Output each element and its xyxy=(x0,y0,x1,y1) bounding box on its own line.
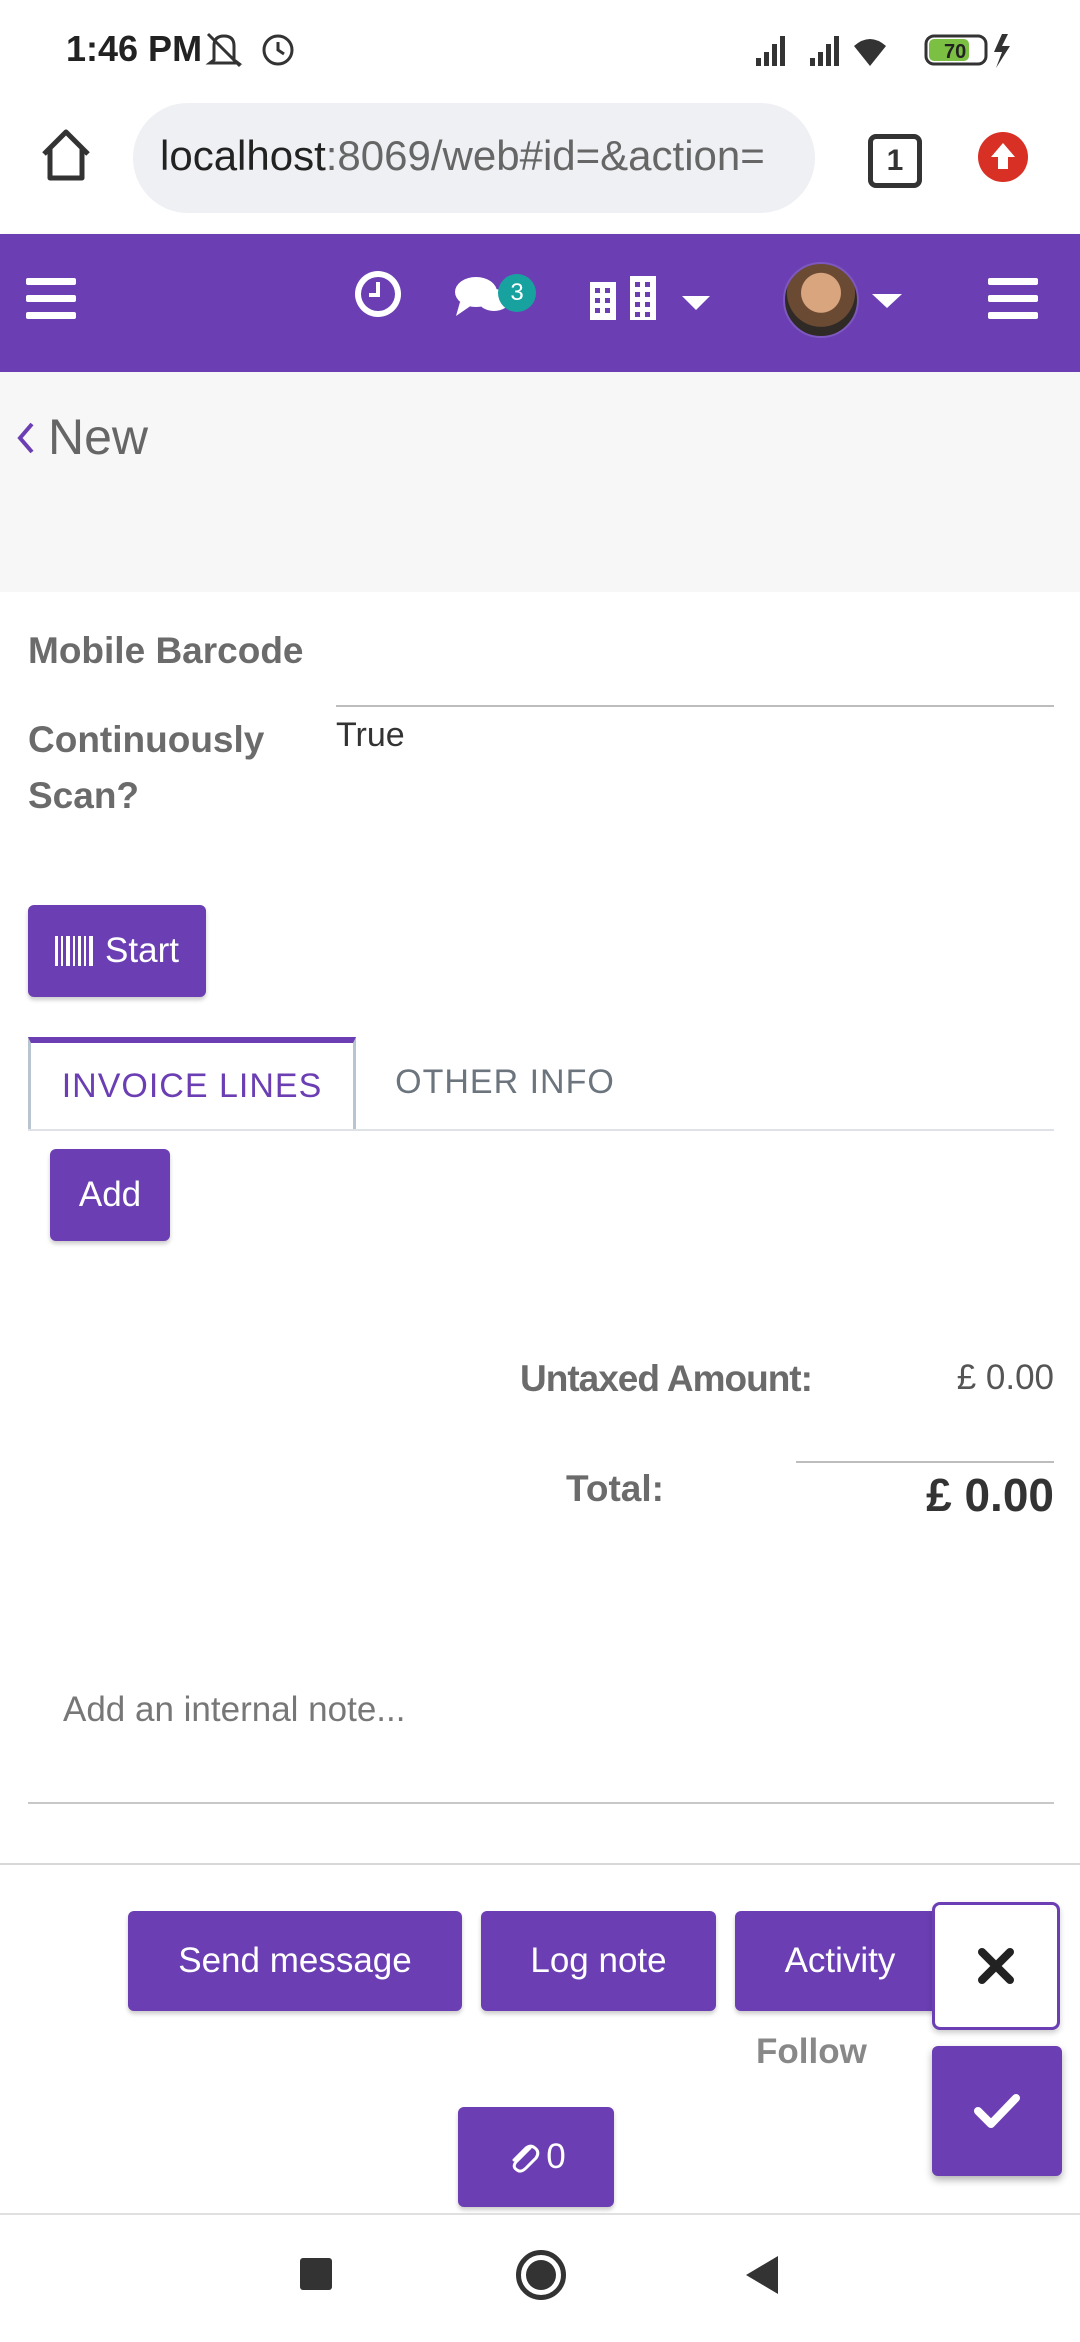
clock-icon[interactable] xyxy=(352,268,404,320)
follow-button[interactable]: Follow xyxy=(756,2032,867,2072)
start-scan-button[interactable]: Start xyxy=(28,905,206,997)
recents-icon[interactable] xyxy=(300,2258,332,2290)
discard-button[interactable] xyxy=(932,1902,1060,2030)
chevron-down-icon[interactable] xyxy=(870,290,904,310)
chatter-divider xyxy=(0,1863,1080,1865)
save-button[interactable] xyxy=(932,2046,1062,2176)
tab-other-info[interactable]: OTHER INFO xyxy=(360,1037,650,1127)
send-message-button[interactable]: Send message xyxy=(128,1911,462,2011)
apps-menu-icon[interactable] xyxy=(26,276,78,322)
add-line-button[interactable]: Add xyxy=(50,1149,170,1241)
mute-alarm-icons xyxy=(205,32,294,68)
internal-note-input[interactable]: Add an internal note... xyxy=(63,1690,405,1730)
attachments-count: 0 xyxy=(546,2137,566,2176)
untaxed-amount-value: £ 0.00 xyxy=(956,1358,1054,1397)
url-text[interactable]: localhost:8069/web#id=&action= xyxy=(160,132,790,182)
tabs-count-button[interactable]: 1 xyxy=(868,134,922,188)
mobile-barcode-label: Mobile Barcode xyxy=(28,630,304,671)
tab-invoice-lines[interactable]: INVOICE LINES xyxy=(28,1037,356,1129)
activity-button[interactable]: Activity xyxy=(735,1911,945,2011)
company-switcher-icon[interactable] xyxy=(588,274,718,322)
total-divider xyxy=(796,1461,1054,1463)
barcode-icon xyxy=(55,936,94,966)
back-icon[interactable] xyxy=(742,2254,782,2296)
app-navbar xyxy=(0,234,1080,372)
chevron-left-icon[interactable] xyxy=(14,420,38,456)
untaxed-amount-label: Untaxed Amount: xyxy=(520,1358,813,1399)
message-count-badge: 3 xyxy=(498,274,536,312)
status-time: 1:46 PM xyxy=(66,28,203,69)
status-bar: 1:46 PM 70 xyxy=(0,0,1080,100)
svg-text:70: 70 xyxy=(944,41,966,63)
browser-update-button[interactable] xyxy=(978,132,1028,182)
breadcrumb-title: New xyxy=(48,409,149,465)
system-status-icons: 70 xyxy=(756,34,1010,68)
home-icon[interactable] xyxy=(38,126,94,182)
home-nav-icon[interactable] xyxy=(516,2250,566,2300)
total-label: Total: xyxy=(566,1468,664,1509)
mobile-barcode-field[interactable] xyxy=(336,705,1054,707)
attachments-button[interactable]: 0 xyxy=(458,2107,614,2207)
user-avatar[interactable] xyxy=(783,262,859,338)
note-divider xyxy=(28,1802,1054,1804)
start-button-label: Start xyxy=(105,931,179,970)
continuously-scan-label: Continuously Scan? xyxy=(28,719,265,816)
close-icon xyxy=(978,1948,1014,1984)
paperclip-icon xyxy=(512,2144,540,2173)
arrow-up-icon xyxy=(991,143,1015,169)
continuously-scan-value[interactable]: True xyxy=(336,716,405,755)
main-menu-icon[interactable] xyxy=(988,276,1040,322)
tabs-divider xyxy=(28,1129,1054,1131)
total-value: £ 0.00 xyxy=(926,1469,1054,1521)
control-panel xyxy=(0,372,1080,592)
log-note-button[interactable]: Log note xyxy=(481,1911,716,2011)
check-icon xyxy=(974,2094,1020,2128)
